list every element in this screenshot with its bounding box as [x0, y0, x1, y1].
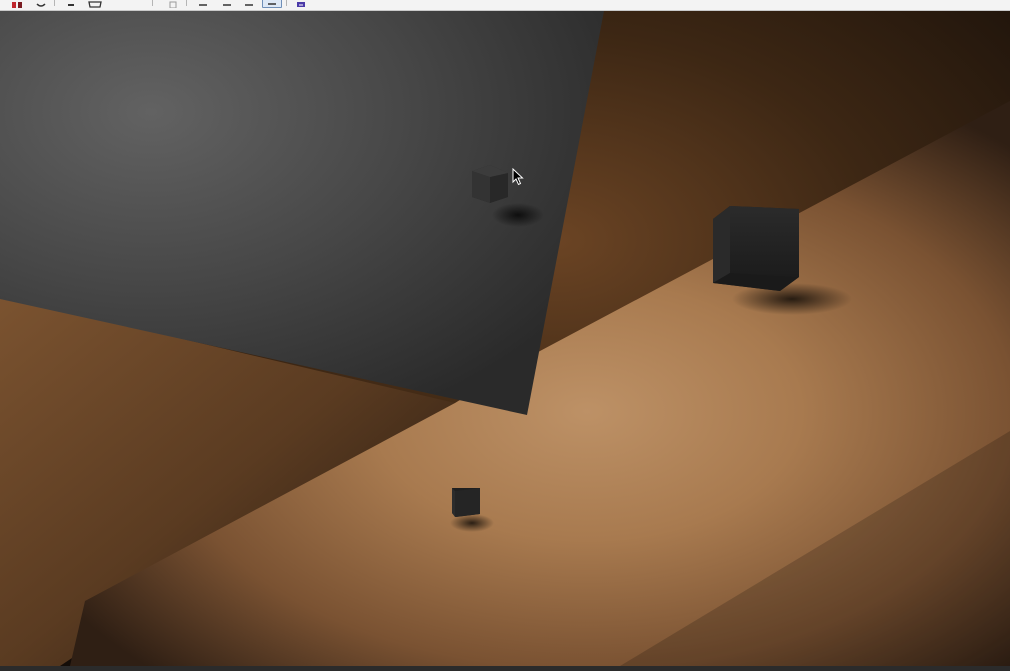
toolbar-separator [152, 0, 153, 6]
small-ground-cube [452, 488, 480, 517]
large-cube [713, 206, 799, 291]
status-bar [0, 666, 1010, 671]
undo-icon[interactable] [34, 0, 48, 8]
select-region-icon[interactable] [262, 0, 282, 8]
toolbar-separator [186, 0, 187, 6]
copy-icon[interactable] [166, 0, 180, 8]
red-app-icon[interactable] [10, 0, 24, 8]
folder-image-icon[interactable] [88, 0, 102, 8]
fullscreen-icon[interactable] [294, 0, 308, 8]
small-floating-cube [472, 165, 508, 203]
zoom-out-icon[interactable] [220, 0, 234, 8]
viewer-toolbar [0, 0, 1010, 11]
toolbar-separator [286, 0, 287, 6]
pin-icon[interactable] [64, 0, 78, 8]
zoom-in-icon[interactable] [196, 0, 210, 8]
toolbar-separator [54, 0, 55, 6]
rendered-scene-image [0, 11, 1010, 666]
fit-window-icon[interactable] [242, 0, 256, 8]
image-viewer-window [0, 0, 1010, 671]
image-canvas[interactable] [0, 11, 1010, 666]
arrow-cursor-icon [512, 167, 524, 190]
